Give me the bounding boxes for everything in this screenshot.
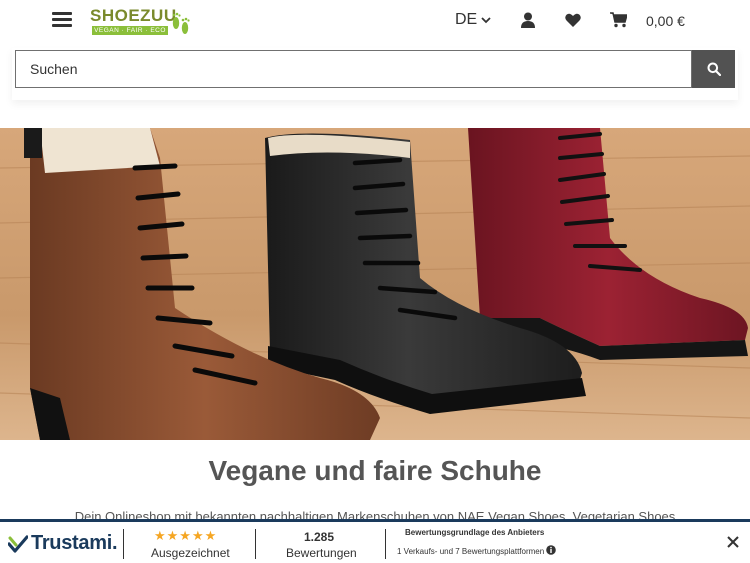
divider [255,529,256,559]
cart-icon[interactable] [610,12,627,28]
logo-name: SHOEZUU [90,6,177,25]
basis-title: Bewertungsgrundlage des Anbieters [405,528,545,537]
search-bar [12,48,738,100]
rating-stars: ★★★★★ [154,528,218,543]
trustami-check-icon [8,534,28,553]
user-icon[interactable] [521,12,535,28]
heart-icon[interactable] [565,13,581,27]
review-count: 1.285 [304,530,335,544]
chevron-down-icon [481,17,491,24]
shop-logo[interactable]: SHOEZUU VEGAN · FAIR · ECO [90,6,194,38]
footprints-icon [172,12,190,34]
trustami-logo[interactable]: Trustami. [8,532,118,555]
menu-icon[interactable] [52,12,72,28]
logo-tagline: VEGAN · FAIR · ECO [92,26,168,35]
rating-label: Ausgezeichnet [151,546,230,560]
search-icon [707,62,721,76]
site-header: SHOEZUU VEGAN · FAIR · ECO DE 0,00 € [0,0,750,44]
cart-total[interactable]: 0,00 € [646,13,685,29]
boots-photo [0,128,750,440]
search-button[interactable] [692,50,735,88]
language-selector[interactable]: DE [455,11,491,29]
page-title: Vegane und faire Schuhe [208,455,542,486]
info-icon[interactable] [546,545,557,555]
divider [385,529,386,559]
basis-detail: 1 Verkaufs- und 7 Bewertungsplattformen [397,545,557,556]
search-input[interactable] [15,50,692,88]
hero-banner-image[interactable] [0,128,750,440]
language-label: DE [455,11,478,28]
divider [123,529,124,559]
basis-detail-text: 1 Verkaufs- und 7 Bewertungsplattformen [397,547,545,556]
close-icon[interactable] [727,536,739,548]
trustami-bar: Trustami. ★★★★★ Ausgezeichnet 1.285 Bewe… [0,519,750,563]
trustami-brand: Trustami. [31,532,118,554]
reviews-label: Bewertungen [286,546,357,560]
